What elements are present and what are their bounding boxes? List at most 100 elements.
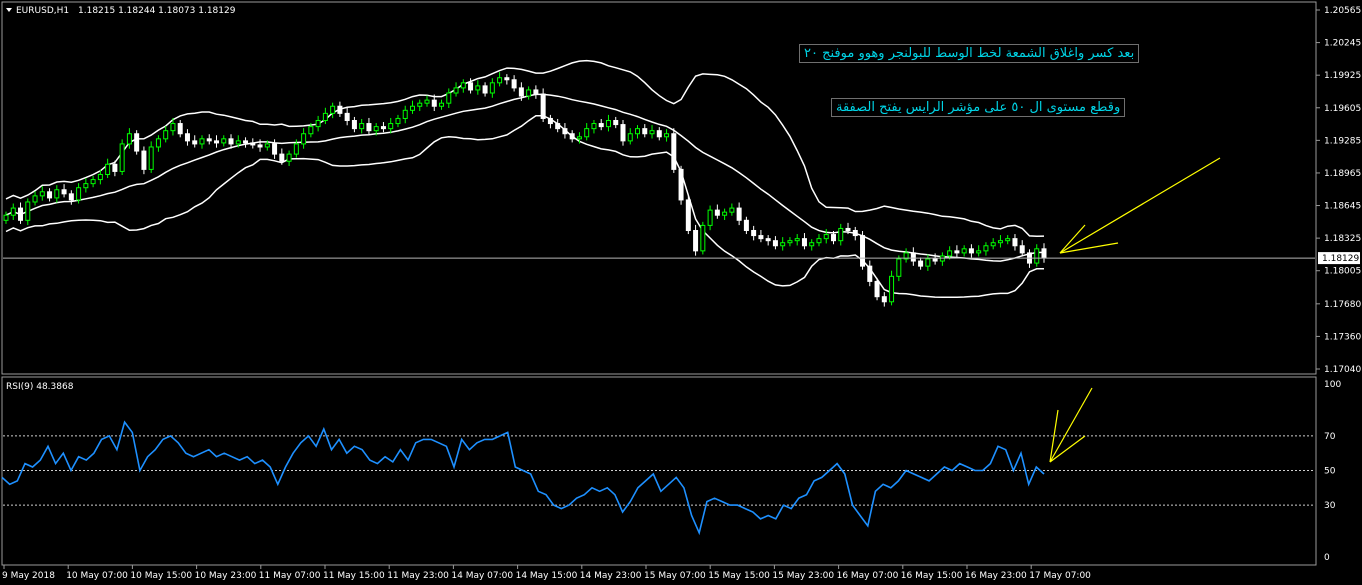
ohlc-label: 1.18215 1.18244 1.18073 1.18129 xyxy=(78,6,236,16)
candle-bear xyxy=(344,112,350,122)
candle-bear xyxy=(656,130,662,138)
candle-bull xyxy=(707,209,713,226)
price-tick-label: 1.20245 xyxy=(1324,39,1361,49)
rsi-tick-label: 50 xyxy=(1324,467,1336,477)
candle-bull xyxy=(315,120,321,128)
candle-bear xyxy=(279,153,285,162)
candle-bear xyxy=(468,82,474,91)
rsi-tick-label: 0 xyxy=(1324,553,1330,563)
candle-bull xyxy=(308,126,314,135)
candle-bull xyxy=(409,105,415,111)
candle-bull xyxy=(816,238,822,244)
candle-bear xyxy=(642,128,648,135)
time-tick-label: 15 May 07:00 xyxy=(644,571,706,581)
candle-bull xyxy=(76,187,82,201)
candle-bear xyxy=(910,252,916,262)
candle-bear xyxy=(830,234,836,242)
candle-bull xyxy=(25,201,31,221)
candle-bull xyxy=(1005,238,1011,242)
price-label-text: 1.18129 xyxy=(1322,254,1359,264)
candle-bear xyxy=(1019,245,1025,254)
price-tick-label: 1.18005 xyxy=(1324,267,1361,277)
candle-bear xyxy=(613,120,619,126)
candle-bear xyxy=(714,209,720,216)
candle-bull xyxy=(388,123,394,130)
candle-bear xyxy=(881,296,887,303)
rsi-header-label: RSI(9) 48.3868 xyxy=(6,382,74,392)
chart-canvas: 1.20565 1.20245 1.19925 1.19605 1.19285 1.189… xyxy=(0,0,1362,585)
candle-bull xyxy=(584,128,590,138)
candle-bull xyxy=(148,146,154,170)
candle-bull xyxy=(199,138,205,145)
candle-bull xyxy=(170,123,176,132)
candle-bear xyxy=(758,235,764,240)
candle-bear xyxy=(228,138,234,145)
candle-bull xyxy=(823,234,829,240)
candle-bull xyxy=(460,82,466,89)
candle-bull xyxy=(373,126,379,132)
candle-bull xyxy=(10,207,16,216)
candle-bear xyxy=(533,89,539,95)
time-tick-label: 11 May 15:00 xyxy=(323,571,385,581)
candle-bear xyxy=(562,128,568,135)
price-tick-label: 1.18645 xyxy=(1324,202,1361,212)
time-tick-label: 14 May 15:00 xyxy=(516,571,578,581)
candle-bear xyxy=(772,240,778,247)
candle-bear xyxy=(765,238,771,242)
candle-bear xyxy=(671,133,677,170)
candle-bull xyxy=(439,102,445,107)
candle-bull xyxy=(925,258,931,267)
candle-bear xyxy=(540,93,546,119)
time-tick-label: 16 May 15:00 xyxy=(901,571,963,581)
candle-bear xyxy=(337,105,343,114)
candle-bear xyxy=(68,193,74,201)
candle-bear xyxy=(134,133,140,152)
candle-bull xyxy=(627,133,633,142)
candle-bear xyxy=(874,280,880,298)
candle-bull xyxy=(32,195,38,203)
candle-bull xyxy=(961,248,967,254)
rsi-tick-label: 30 xyxy=(1324,501,1336,511)
candle-bull xyxy=(97,173,103,181)
candle-bear xyxy=(569,133,575,140)
candle-bear xyxy=(1041,248,1047,259)
time-tick-label: 10 May 15:00 xyxy=(130,571,192,581)
price-tick-label: 1.19285 xyxy=(1324,136,1361,146)
candle-bull xyxy=(526,89,532,97)
candle-bull xyxy=(497,77,503,84)
candle-bear xyxy=(47,191,53,199)
time-tick-label: 16 May 23:00 xyxy=(965,571,1027,581)
candle-bull xyxy=(649,130,655,135)
candle-bull xyxy=(417,102,423,107)
candle-bear xyxy=(852,229,858,237)
candle-bull xyxy=(729,207,735,213)
candle-bull xyxy=(794,238,800,242)
candle-bull xyxy=(780,242,786,247)
candle-bull xyxy=(576,136,582,140)
price-tick-label: 1.18965 xyxy=(1324,169,1361,179)
candle-bear xyxy=(177,123,183,135)
candle-bear xyxy=(932,258,938,262)
candle-bull xyxy=(635,128,641,135)
candle-bull xyxy=(221,138,227,144)
candle-bear xyxy=(431,99,437,107)
candle-bull xyxy=(90,179,96,185)
candle-bear xyxy=(518,87,524,97)
current-price-label: 1.18129 xyxy=(1318,252,1360,265)
price-tick-label: 1.17680 xyxy=(1324,300,1361,310)
candle-bull xyxy=(787,240,793,244)
candle-bear xyxy=(482,85,488,94)
candle-bear xyxy=(61,189,67,195)
candle-bear xyxy=(736,207,742,221)
candle-bull xyxy=(395,117,401,125)
time-tick-label: 10 May 23:00 xyxy=(195,571,257,581)
candle-bull xyxy=(722,211,728,216)
candle-bear xyxy=(366,123,372,132)
candle-bear xyxy=(206,138,212,142)
candle-bull xyxy=(453,87,459,94)
candle-bear xyxy=(504,77,510,81)
candle-bull xyxy=(605,120,611,128)
symbol-label: EURUSD,H1 xyxy=(16,6,69,16)
candle-bear xyxy=(620,124,626,142)
candle-bull xyxy=(591,123,597,130)
